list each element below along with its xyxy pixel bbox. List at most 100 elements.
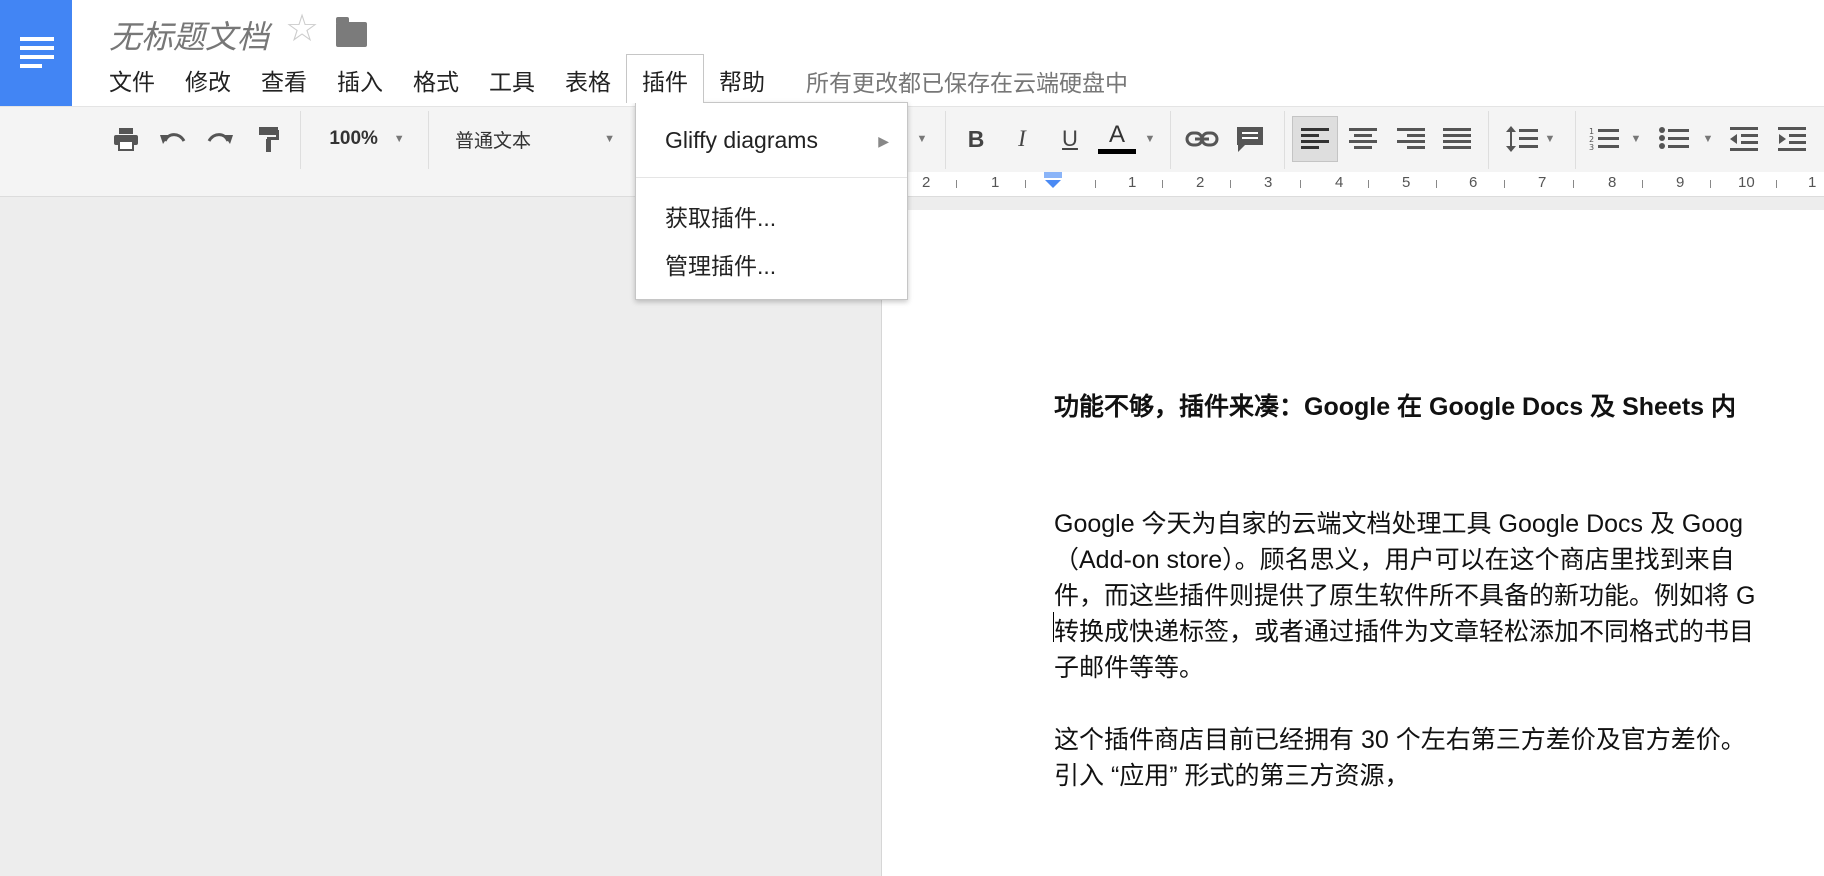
redo-icon[interactable] bbox=[204, 119, 236, 159]
print-icon[interactable] bbox=[110, 119, 142, 159]
paragraph-line[interactable]: 件，而这些插件则提供了原生软件所不具备的新功能。例如将 G bbox=[1054, 576, 1755, 612]
folder-icon[interactable] bbox=[336, 17, 367, 47]
text-color-dropdown[interactable]: ▼ bbox=[1140, 119, 1160, 159]
chevron-down-icon: ▼ bbox=[1544, 133, 1556, 145]
paragraph-line[interactable]: 引入 “应用” 形式的第三方资源， bbox=[1054, 756, 1410, 792]
ruler-tick bbox=[1710, 180, 1711, 188]
ruler-tick bbox=[1642, 180, 1643, 188]
menu-format[interactable]: 格式 bbox=[398, 54, 474, 95]
ruler-tick bbox=[1162, 180, 1163, 188]
style-value: 普通文本 bbox=[455, 130, 532, 152]
numbered-list-icon[interactable]: 123 bbox=[1588, 119, 1620, 159]
ruler-label: 1 bbox=[1808, 174, 1817, 191]
ruler-label: 3 bbox=[1264, 174, 1273, 191]
menu-help[interactable]: 帮助 bbox=[704, 54, 780, 95]
ruler-tick bbox=[1573, 180, 1574, 188]
toolbar-separator bbox=[1284, 111, 1285, 169]
document-title[interactable]: 无标题文档 bbox=[109, 12, 269, 58]
ruler-label: 6 bbox=[1469, 174, 1478, 191]
italic-icon[interactable]: I bbox=[1008, 119, 1036, 159]
menu-view[interactable]: 查看 bbox=[246, 54, 322, 95]
ruler-label: 9 bbox=[1676, 174, 1685, 191]
align-justify-icon[interactable] bbox=[1442, 119, 1472, 159]
zoom-value: 100% bbox=[329, 128, 378, 149]
ruler-label: 5 bbox=[1402, 174, 1411, 191]
zoom-select[interactable]: 100% ▼ bbox=[322, 119, 412, 159]
app-header: 无标题文档 ☆ 文件 修改 查看 插入 格式 工具 表格 插件 帮助 所有更改都… bbox=[0, 0, 1824, 106]
align-center-icon[interactable] bbox=[1348, 119, 1378, 159]
comment-icon[interactable] bbox=[1234, 119, 1266, 159]
docs-logo-icon[interactable] bbox=[0, 0, 72, 106]
menu-item-manage-addons[interactable]: 管理插件... bbox=[665, 247, 776, 281]
align-right-icon[interactable] bbox=[1396, 119, 1426, 159]
menu-tools[interactable]: 工具 bbox=[474, 54, 550, 95]
ruler-tick bbox=[1300, 180, 1301, 188]
menu-edit[interactable]: 修改 bbox=[170, 54, 246, 95]
document-heading[interactable]: 功能不够，插件来凑：Google 在 Google Docs 及 Sheets … bbox=[1054, 387, 1736, 423]
menu-table[interactable]: 表格 bbox=[550, 54, 626, 95]
font-size-dropdown[interactable]: ▼ bbox=[910, 119, 934, 159]
text-color-icon[interactable]: A bbox=[1096, 119, 1138, 159]
undo-icon[interactable] bbox=[157, 119, 189, 159]
toolbar-separator bbox=[1488, 111, 1489, 169]
menu-bar: 文件 修改 查看 插入 格式 工具 表格 插件 帮助 所有更改都已保存在云端硬盘… bbox=[94, 54, 1128, 103]
toolbar-separator bbox=[945, 111, 946, 169]
menu-item-gliffy-diagrams[interactable]: Gliffy diagrams bbox=[665, 127, 818, 154]
ruler-tick bbox=[1230, 180, 1231, 188]
chevron-down-icon: ▼ bbox=[1702, 133, 1714, 145]
paint-format-icon[interactable] bbox=[254, 119, 284, 159]
bulleted-list-dropdown[interactable]: ▼ bbox=[1700, 119, 1716, 159]
ruler-label: 2 bbox=[922, 174, 931, 191]
increase-indent-icon[interactable] bbox=[1776, 119, 1808, 159]
ruler-label: 1 bbox=[1128, 174, 1137, 191]
chevron-down-icon: ▼ bbox=[916, 133, 928, 145]
toolbar-separator bbox=[1170, 111, 1171, 169]
ruler-tick bbox=[1368, 180, 1369, 188]
ruler-label: 2 bbox=[1196, 174, 1205, 191]
ruler: 2 1 1 2 3 4 5 6 7 8 9 10 1 bbox=[0, 172, 1824, 197]
ruler-label: 1 bbox=[991, 174, 1000, 191]
paragraph-line[interactable]: （Add-on store）。顾名思义，用户可以在这个商店里找到来自 bbox=[1054, 540, 1735, 576]
ruler-label: 10 bbox=[1738, 174, 1755, 191]
toolbar: 100% ▼ 普通文本 ▼ ▼ B I U A ▼ ▼ 123 ▼ ▼ bbox=[0, 106, 1824, 174]
text-cursor bbox=[1053, 612, 1054, 642]
ruler-label: 8 bbox=[1608, 174, 1617, 191]
ruler-tick bbox=[1025, 180, 1026, 188]
line-spacing-icon[interactable] bbox=[1504, 119, 1540, 159]
line-spacing-dropdown[interactable]: ▼ bbox=[1542, 119, 1558, 159]
addons-dropdown-menu: Gliffy diagrams ▶ 获取插件... 管理插件... bbox=[635, 102, 908, 300]
menu-file[interactable]: 文件 bbox=[94, 54, 170, 95]
ruler-label: 4 bbox=[1335, 174, 1344, 191]
ruler-tick bbox=[1436, 180, 1437, 188]
menu-item-get-addons[interactable]: 获取插件... bbox=[665, 199, 776, 233]
underline-icon[interactable]: U bbox=[1056, 119, 1084, 159]
chevron-down-icon: ▼ bbox=[1144, 133, 1156, 145]
bold-icon[interactable]: B bbox=[962, 119, 990, 159]
menu-separator bbox=[636, 177, 907, 178]
indent-marker-icon[interactable] bbox=[1042, 172, 1064, 189]
style-select[interactable]: 普通文本 ▼ bbox=[455, 119, 615, 159]
numbered-list-dropdown[interactable]: ▼ bbox=[1628, 119, 1644, 159]
chevron-down-icon: ▼ bbox=[604, 133, 615, 145]
decrease-indent-icon[interactable] bbox=[1728, 119, 1760, 159]
bulleted-list-icon[interactable] bbox=[1658, 119, 1690, 159]
star-icon[interactable]: ☆ bbox=[285, 10, 319, 48]
chevron-down-icon: ▼ bbox=[393, 133, 405, 145]
paragraph-line[interactable]: 子邮件等等。 bbox=[1054, 648, 1204, 684]
paragraph-line[interactable]: 这个插件商店目前已经拥有 30 个左右第三方差价及官方差价。 bbox=[1054, 720, 1746, 756]
ruler-tick bbox=[1504, 180, 1505, 188]
save-status: 所有更改都已保存在云端硬盘中 bbox=[806, 70, 1128, 96]
menu-insert[interactable]: 插入 bbox=[322, 54, 398, 95]
menu-addons[interactable]: 插件 bbox=[626, 54, 704, 103]
toolbar-separator bbox=[300, 111, 301, 169]
ruler-label: 7 bbox=[1538, 174, 1547, 191]
align-left-icon[interactable] bbox=[1292, 116, 1338, 162]
link-icon[interactable] bbox=[1184, 119, 1220, 159]
ruler-tick bbox=[1776, 180, 1777, 188]
toolbar-separator bbox=[428, 111, 429, 169]
paragraph-line[interactable]: Google 今天为自家的云端文档处理工具 Google Docs 及 Goog bbox=[1054, 504, 1743, 540]
menu-item-label: Gliffy diagrams bbox=[665, 127, 818, 153]
svg-text:3: 3 bbox=[1589, 143, 1594, 152]
submenu-arrow-icon: ▶ bbox=[878, 133, 889, 149]
paragraph-line[interactable]: 转换成快递标签，或者通过插件为文章轻松添加不同格式的书目 bbox=[1054, 612, 1754, 648]
